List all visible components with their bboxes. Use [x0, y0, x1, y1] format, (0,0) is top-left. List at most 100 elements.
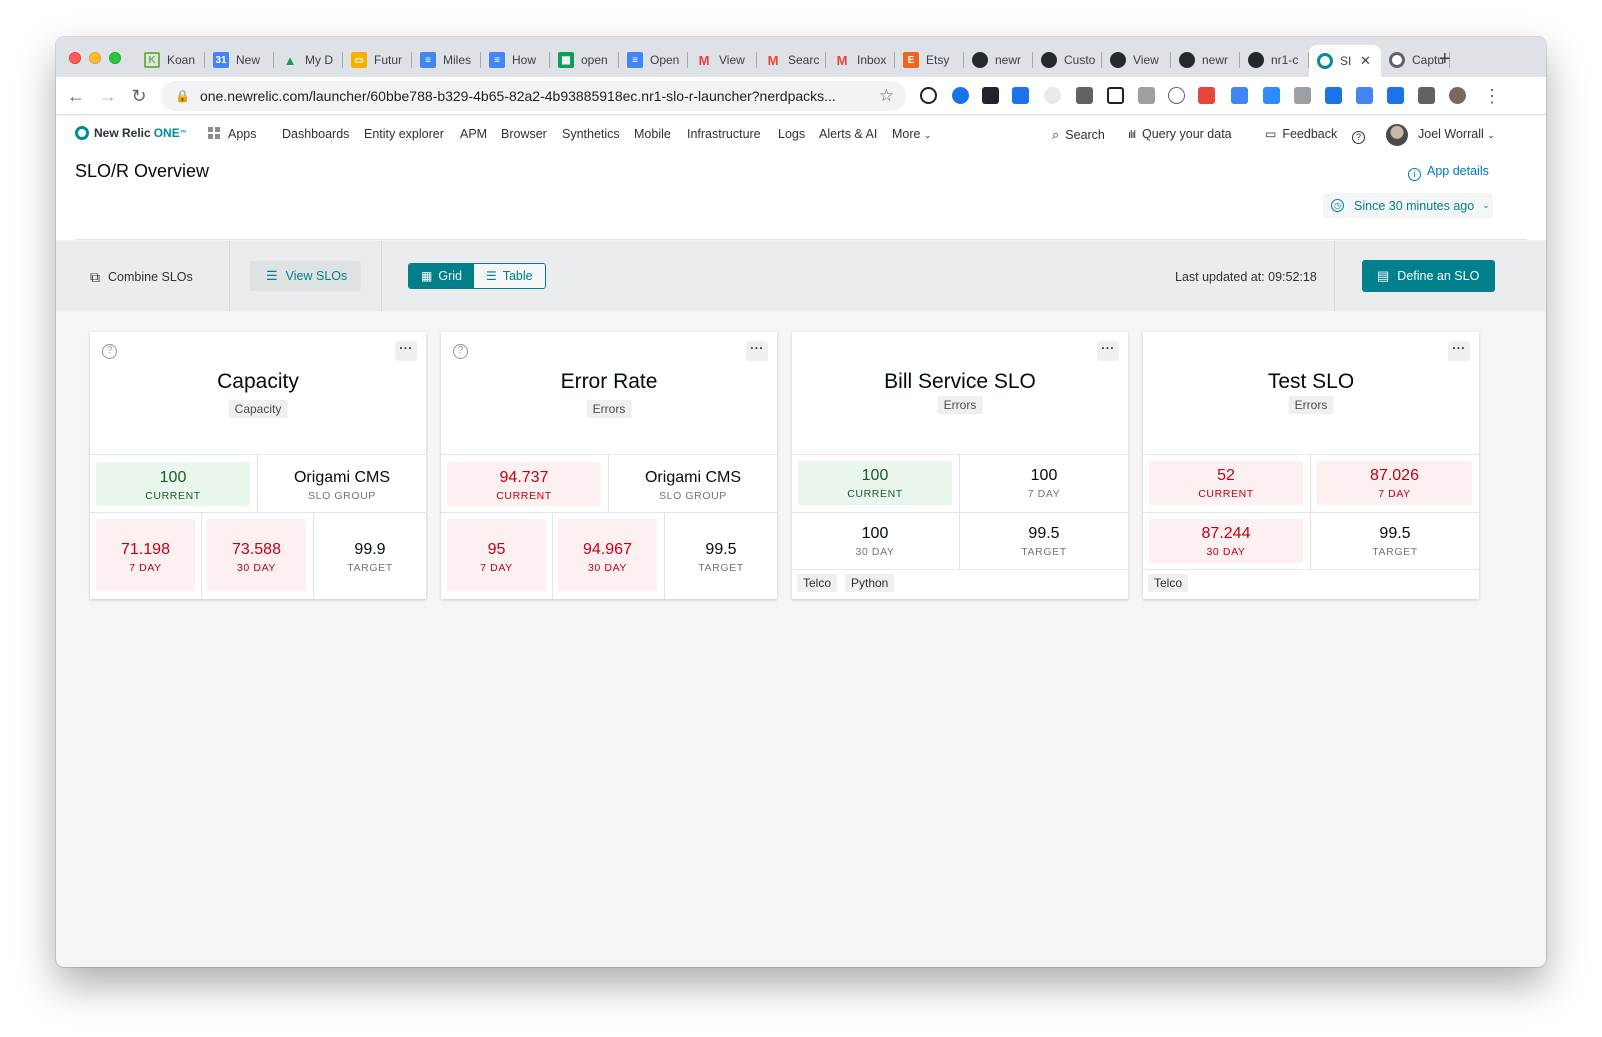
divider [792, 569, 1128, 570]
close-tab-icon[interactable]: ✕ [1360, 53, 1371, 69]
nav-apm[interactable]: APM [460, 127, 487, 141]
browser-tab[interactable]: ▭ Futur [343, 45, 412, 75]
page-title: SLO/R Overview [75, 161, 210, 181]
forward-icon[interactable]: → [96, 84, 120, 108]
time-range-picker[interactable]: ◷ Since 30 minutes ago ⌄ [1323, 193, 1493, 218]
lock-icon: 🔒 [175, 89, 190, 103]
browser-tab-title: My D [305, 53, 333, 67]
info-icon: i [1408, 168, 1421, 181]
extension-b-icon[interactable] [1294, 87, 1311, 104]
nav-search[interactable]: ⌕ Search [1052, 127, 1105, 143]
grid-view-button[interactable]: ▦ Grid [409, 264, 474, 288]
browser-tab[interactable]: newr [964, 45, 1033, 75]
seven-day-metric: 100 7 DAY [1027, 467, 1061, 500]
nav-synthetics[interactable]: Synthetics [562, 127, 620, 141]
browser-tab[interactable]: nr1-c [1240, 45, 1309, 75]
nav-alerts-ai[interactable]: Alerts & AI [819, 127, 877, 141]
extension-info-icon[interactable] [920, 87, 937, 104]
browser-tab[interactable]: ≡ Miles [412, 45, 481, 75]
address-bar[interactable]: 🔒 one.newrelic.com/launcher/60bbe788-b32… [161, 81, 906, 111]
close-window-button[interactable] [69, 52, 81, 64]
divider [441, 512, 777, 513]
browser-tab[interactable]: ▦ open [550, 45, 619, 75]
extension-link-icon[interactable] [1231, 87, 1248, 104]
combine-slos-button[interactable]: ⧉ Combine SLOs [90, 264, 193, 290]
browser-tab[interactable]: ≡ How [481, 45, 550, 75]
extension-off-icon[interactable] [1198, 87, 1215, 104]
browser-tab[interactable]: ≡ Open [619, 45, 688, 75]
app-details-link[interactable]: i App details [1408, 164, 1489, 181]
browser-tab[interactable]: 31 New [205, 45, 274, 75]
nav-infrastructure[interactable]: Infrastructure [687, 127, 761, 141]
browser-tab[interactable]: K Koan [136, 45, 205, 75]
extension-eyedropper-icon[interactable] [1076, 87, 1093, 104]
browser-tab[interactable]: newr [1171, 45, 1240, 75]
form-icon: ▤ [1377, 268, 1390, 283]
browser-tab[interactable]: M View [688, 45, 757, 75]
bookmark-star-icon[interactable]: ☆ [879, 86, 894, 106]
extension-hex-icon[interactable] [1325, 87, 1342, 104]
slo-name: Error Rate [560, 370, 658, 393]
view-slos-button[interactable]: ☰ View SLOs [250, 261, 361, 291]
nav-more[interactable]: More ⌄ [892, 127, 932, 141]
help-icon[interactable]: ? [453, 344, 468, 359]
extensions-puzzle-icon[interactable] [1418, 87, 1435, 104]
extension-crop-icon[interactable] [1107, 87, 1124, 104]
browser-tab[interactable]: View [1102, 45, 1171, 75]
extension-zoom-icon[interactable] [1263, 87, 1280, 104]
nav-entity-explorer[interactable]: Entity explorer [364, 127, 444, 141]
back-icon[interactable]: ← [64, 84, 88, 108]
nav-mobile[interactable]: Mobile [634, 127, 671, 141]
page-header: SLO/R Overview i App details ◷ Since 30 mi… [56, 152, 1546, 240]
nav-browser[interactable]: Browser [501, 127, 547, 141]
browser-tab[interactable]: SI ✕ [1309, 45, 1381, 77]
nav-logs[interactable]: Logs [778, 127, 805, 141]
help-icon[interactable]: ? [102, 344, 117, 359]
browser-menu-icon[interactable]: ⋮ [1480, 84, 1504, 108]
reload-icon[interactable]: ↻ [127, 84, 151, 108]
browser-tab[interactable]: M Searc [757, 45, 826, 75]
extension-bi-icon[interactable] [1012, 87, 1029, 104]
browser-tab[interactable]: Custo [1033, 45, 1102, 75]
slo-type-tag: Errors [937, 396, 983, 414]
browser-tab[interactable]: M Inbox [826, 45, 895, 75]
more-options-button[interactable]: ··· [1097, 341, 1119, 361]
docs-icon: ≡ [627, 52, 643, 68]
extension-circle-icon[interactable] [952, 87, 969, 104]
nav-apps[interactable]: Apps [208, 127, 257, 141]
nav-feedback[interactable]: ▭ Feedback [1265, 127, 1337, 141]
user-menu[interactable]: Joel Worrall ⌄ [1418, 127, 1495, 141]
extension-a-icon[interactable] [1168, 87, 1185, 104]
extension-screen-icon[interactable] [1356, 87, 1373, 104]
chevron-down-icon: ⌄ [1482, 200, 1490, 210]
table-view-button[interactable]: ☰ Table [473, 264, 545, 288]
divider [90, 512, 426, 513]
maximize-window-button[interactable] [109, 52, 121, 64]
user-avatar[interactable] [1386, 124, 1408, 146]
more-options-button[interactable]: ··· [746, 341, 768, 361]
nav-dashboards[interactable]: Dashboards [282, 127, 349, 141]
slo-name: Capacity [217, 370, 299, 393]
extension-window-icon[interactable] [1387, 87, 1404, 104]
github-icon [1248, 52, 1264, 68]
more-options-button[interactable]: ··· [1448, 341, 1470, 361]
globe-icon [1389, 52, 1405, 68]
more-options-button[interactable]: ··· [395, 341, 417, 361]
slo-tag-chip[interactable]: Python [845, 574, 895, 592]
browser-tab[interactable]: ▲ My D [274, 45, 343, 75]
tab-strip: K Koan 31 New ▲ My D ▭ Futur ≡ Miles ≡ How ▦ open ≡ Ope… [56, 37, 1546, 77]
new-tab-button[interactable]: + [1439, 49, 1451, 69]
browser-tab[interactable]: E Etsy [895, 45, 964, 75]
extension-face-icon[interactable] [1044, 87, 1061, 104]
extension-react-icon[interactable] [982, 87, 999, 104]
nav-query-your-data[interactable]: ılıl Query your data [1128, 127, 1232, 141]
slo-tag-chip[interactable]: Telco [1148, 574, 1189, 592]
minimize-window-button[interactable] [89, 52, 101, 64]
github-icon [1179, 52, 1195, 68]
slo-tag-chip[interactable]: Telco [797, 574, 838, 592]
help-icon[interactable]: ? [1352, 127, 1365, 144]
newrelic-logo[interactable]: New Relic ONE ™ [75, 126, 187, 140]
extension-tag-icon[interactable] [1138, 87, 1155, 104]
profile-avatar-icon[interactable] [1449, 87, 1466, 104]
define-slo-button[interactable]: ▤ Define an SLO [1362, 260, 1495, 292]
